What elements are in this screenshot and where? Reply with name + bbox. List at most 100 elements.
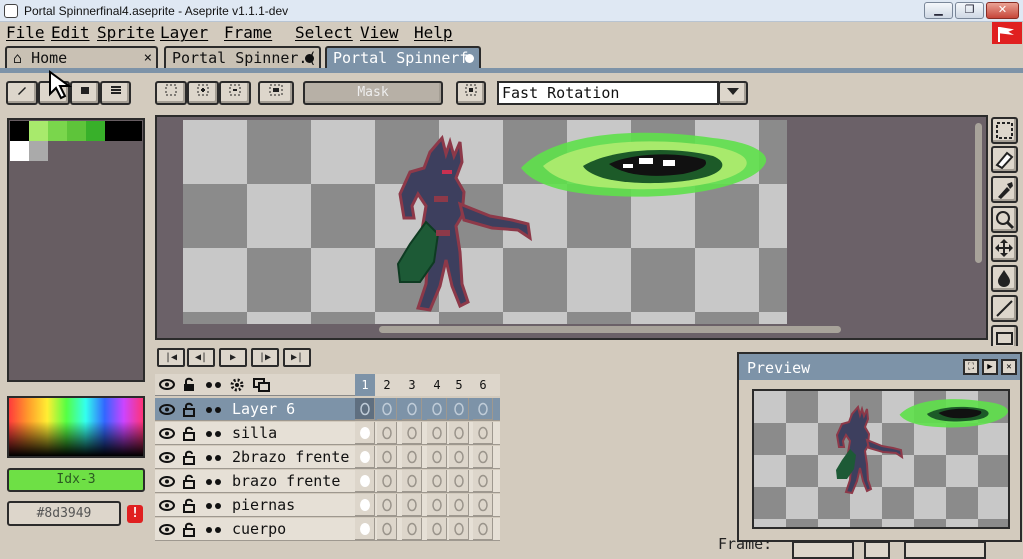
rotation-dropdown-button[interactable] [718, 81, 748, 105]
palette-sort-button[interactable] [38, 81, 70, 105]
play-button[interactable]: ▶ [219, 348, 247, 367]
menu-select[interactable]: Select [295, 23, 353, 42]
cel-empty-icon[interactable] [377, 398, 397, 420]
continuous-icon[interactable] [205, 381, 223, 389]
maximize-button[interactable]: ❐ [955, 2, 984, 19]
cel-empty-icon[interactable] [402, 446, 422, 468]
layer-lock-icon[interactable] [183, 402, 195, 417]
cel-filled-icon[interactable] [355, 494, 375, 516]
sprite-canvas[interactable] [183, 120, 787, 324]
cel-empty-icon[interactable] [402, 470, 422, 492]
cel-empty-icon[interactable] [402, 494, 422, 516]
layer-continuous-icon[interactable] [205, 526, 223, 534]
cel-empty-icon[interactable] [427, 518, 447, 540]
palette-swatch[interactable] [29, 121, 48, 141]
last-frame-button[interactable]: ▶| [283, 348, 311, 367]
selection-replace-button[interactable] [155, 81, 187, 105]
mask-color-button[interactable]: Mask [303, 81, 443, 105]
background-color-button[interactable]: #8d3949 [7, 501, 121, 526]
layer-visibility-eye-icon[interactable] [159, 404, 175, 415]
menu-layer[interactable]: Layer [160, 23, 208, 42]
cel-empty-icon[interactable] [402, 422, 422, 444]
layer-continuous-icon[interactable] [205, 406, 223, 414]
frame-number-3[interactable]: 3 [402, 374, 422, 396]
cel-empty-icon[interactable] [449, 518, 469, 540]
cel-empty-icon[interactable] [377, 518, 397, 540]
cel-empty-icon[interactable] [449, 494, 469, 516]
cel-empty-icon[interactable] [377, 494, 397, 516]
paint-bucket-tool[interactable] [991, 265, 1018, 292]
pivot-button[interactable] [456, 81, 486, 105]
cel-empty-icon[interactable] [377, 446, 397, 468]
palette-swatch[interactable] [10, 141, 29, 161]
layer-lock-icon[interactable] [183, 474, 195, 489]
palette-swatch[interactable] [86, 121, 105, 141]
menu-view[interactable]: View [360, 23, 399, 42]
palette-presets-button[interactable] [70, 81, 100, 105]
tab-document[interactable]: Portal Spinner.( [164, 46, 321, 70]
lock-icon[interactable] [183, 377, 195, 392]
cel-empty-icon[interactable] [473, 470, 493, 492]
layer-continuous-icon[interactable] [205, 478, 223, 486]
minimize-button[interactable]: ▁ [924, 2, 953, 19]
gear-icon[interactable] [229, 377, 245, 393]
preview-screen-button[interactable]: ⛶ [963, 359, 979, 375]
foreground-color-button[interactable]: Idx-3 [7, 468, 145, 492]
cel-empty-icon[interactable] [427, 398, 447, 420]
layer-continuous-icon[interactable] [205, 430, 223, 438]
preview-close-button[interactable]: ✕ [1001, 359, 1017, 375]
next-frame-button[interactable]: |▶ [251, 348, 279, 367]
cel-empty-icon[interactable] [427, 494, 447, 516]
palette-swatch[interactable] [10, 121, 29, 141]
cel-empty-icon[interactable] [473, 494, 493, 516]
selection-add-button[interactable] [187, 81, 219, 105]
layer-lock-icon[interactable] [183, 450, 195, 465]
cel-empty-icon[interactable] [427, 446, 447, 468]
tab-document-active[interactable]: Portal Spinnerf [325, 46, 481, 70]
transparent-color-button[interactable] [258, 81, 294, 105]
cel-empty-icon[interactable] [355, 398, 375, 420]
menu-file[interactable]: File [6, 23, 45, 42]
modified-dot-icon[interactable] [465, 54, 474, 63]
cel-filled-icon[interactable] [355, 422, 375, 444]
line-tool[interactable] [991, 295, 1018, 322]
cel-empty-icon[interactable] [449, 422, 469, 444]
warning-icon[interactable]: ! [127, 505, 143, 523]
vertical-scrollbar[interactable] [975, 123, 982, 263]
previous-frame-button[interactable]: ◀| [187, 348, 215, 367]
cel-empty-icon[interactable] [377, 422, 397, 444]
layer-continuous-icon[interactable] [205, 502, 223, 510]
sprite-editor[interactable] [155, 115, 988, 340]
first-frame-button[interactable]: |◀ [157, 348, 185, 367]
zoom-tool[interactable] [991, 206, 1018, 233]
cel-empty-icon[interactable] [402, 398, 422, 420]
selection-subtract-button[interactable] [219, 81, 251, 105]
frame-number-5[interactable]: 5 [449, 374, 469, 396]
cel-empty-icon[interactable] [473, 518, 493, 540]
palette-swatch[interactable] [105, 121, 124, 141]
close-window-button[interactable]: ✕ [986, 2, 1019, 19]
zoom-field[interactable] [904, 541, 986, 559]
palette-swatch[interactable] [67, 121, 86, 141]
preview-play-button[interactable]: ▶ [982, 359, 998, 375]
preview-canvas[interactable] [752, 389, 1010, 529]
frame-step-button[interactable] [864, 541, 890, 559]
tab-close-icon[interactable]: × [144, 48, 152, 68]
layer-visibility-eye-icon[interactable] [159, 452, 175, 463]
layer-lock-icon[interactable] [183, 522, 195, 537]
frame-number-2[interactable]: 2 [377, 374, 397, 396]
layer-lock-icon[interactable] [183, 426, 195, 441]
rotation-algorithm-select[interactable]: Fast Rotation [497, 81, 719, 105]
horizontal-scrollbar[interactable] [379, 326, 841, 333]
frame-number-field[interactable] [792, 541, 854, 559]
cel-empty-icon[interactable] [449, 398, 469, 420]
cel-empty-icon[interactable] [427, 470, 447, 492]
cel-empty-icon[interactable] [377, 470, 397, 492]
cel-filled-icon[interactable] [355, 470, 375, 492]
modified-dot-icon[interactable] [305, 54, 314, 63]
layer-lock-icon[interactable] [183, 498, 195, 513]
menu-sprite[interactable]: Sprite [97, 23, 155, 42]
rectangular-marquee-tool[interactable] [991, 117, 1018, 144]
palette-swatch[interactable] [48, 121, 67, 141]
layer-visibility-eye-icon[interactable] [159, 500, 175, 511]
